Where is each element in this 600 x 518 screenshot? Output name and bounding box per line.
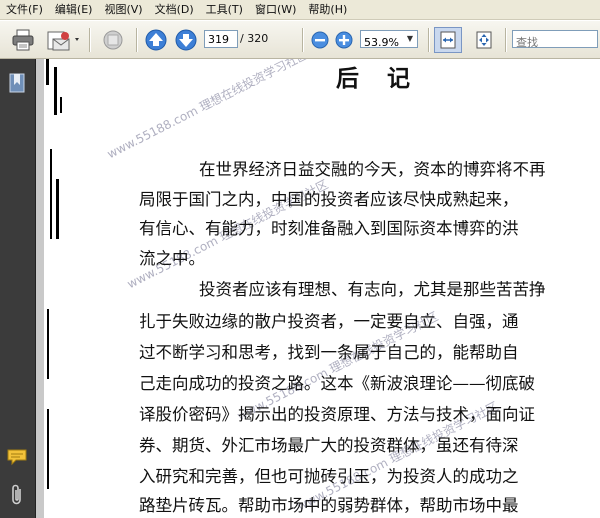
scan-edge-mark bbox=[56, 179, 59, 239]
text-line: 在世界经济日益交融的今天，资本的博弈将不再 bbox=[199, 160, 546, 179]
zoom-in-button[interactable] bbox=[334, 27, 354, 53]
zoom-out-icon bbox=[311, 31, 329, 49]
toolbar-separator bbox=[89, 28, 91, 52]
collaborate-button[interactable] bbox=[98, 27, 128, 53]
watermark-text: www.55188.com 理想在线投资学习社区 bbox=[104, 59, 311, 162]
fit-width-button[interactable] bbox=[434, 27, 462, 53]
page-gutter bbox=[36, 59, 44, 518]
full-screen-button[interactable] bbox=[470, 27, 498, 53]
email-button[interactable] bbox=[44, 27, 82, 53]
previous-page-button[interactable] bbox=[144, 27, 168, 53]
menu-window[interactable]: 窗口(W) bbox=[249, 0, 302, 20]
comments-button[interactable] bbox=[6, 445, 28, 469]
zoom-select[interactable]: ▼ bbox=[360, 30, 418, 51]
text-line: 扎于失败边缘的散户投资者，一定要自立、自强，通 bbox=[139, 312, 519, 331]
scan-edge-mark bbox=[47, 409, 49, 489]
zoom-in-icon bbox=[335, 31, 353, 49]
toolbar-separator bbox=[302, 28, 304, 52]
menu-edit[interactable]: 编辑(E) bbox=[49, 0, 99, 20]
collaborate-icon bbox=[103, 30, 123, 50]
chevron-down-icon[interactable]: ▼ bbox=[404, 32, 416, 46]
text-line: 有信心、有能力，时刻准备融入到国际资本博弈的洪 bbox=[139, 219, 519, 238]
toolbar-separator bbox=[428, 28, 430, 52]
fit-width-icon bbox=[440, 31, 456, 49]
menu-view[interactable]: 视图(V) bbox=[98, 0, 148, 20]
print-button[interactable] bbox=[8, 27, 38, 53]
text-line: 过不断学习和思考，找到一条属于自己的，能帮助自 bbox=[139, 343, 519, 362]
menu-bar: 文件(F) 编辑(E) 视图(V) 文档(D) 工具(T) 窗口(W) 帮助(H… bbox=[0, 0, 600, 20]
bookmark-icon bbox=[9, 73, 25, 93]
navigation-panel bbox=[0, 59, 36, 518]
bookmarks-button[interactable] bbox=[6, 71, 28, 95]
comment-icon bbox=[7, 449, 27, 466]
text-line: 入研究和完善，但也可抛砖引玉，为投资人的成功之 bbox=[139, 467, 519, 486]
menu-help[interactable]: 帮助(H) bbox=[302, 0, 353, 20]
printer-icon bbox=[12, 29, 34, 51]
text-line: 投资者应该有理想、有志向，尤其是那些苦苦挣 bbox=[199, 280, 546, 299]
text-line: 局限于国门之内，中国的投资者应该尽快成熟起来， bbox=[139, 190, 519, 209]
menu-tools[interactable]: 工具(T) bbox=[200, 0, 249, 20]
next-page-button[interactable] bbox=[174, 27, 198, 53]
toolbar: / 320 ▼ bbox=[0, 21, 600, 59]
page-number-input[interactable] bbox=[204, 30, 238, 48]
menu-document[interactable]: 文档(D) bbox=[149, 0, 200, 20]
scan-edge-mark bbox=[47, 309, 49, 379]
scan-edge-mark bbox=[46, 59, 49, 85]
zoom-out-button[interactable] bbox=[310, 27, 330, 53]
toolbar-separator bbox=[136, 28, 138, 52]
text-line: 券、期货、外汇市场最广大的投资群体，虽还有待深 bbox=[139, 436, 519, 455]
scan-edge-mark bbox=[50, 149, 52, 239]
arrow-down-icon bbox=[175, 29, 197, 51]
paperclip-icon bbox=[12, 484, 21, 505]
email-icon bbox=[47, 31, 79, 51]
search-input[interactable] bbox=[513, 34, 599, 51]
text-line: 流之中。 bbox=[139, 249, 205, 268]
text-line: 己走向成功的投资之路。这本《新波浪理论——彻底破 bbox=[139, 374, 535, 393]
scan-edge-mark bbox=[60, 97, 62, 113]
arrow-up-icon bbox=[145, 29, 167, 51]
document-page[interactable]: www.55188.com 理想在线投资学习社区 www.55188.com 理… bbox=[44, 59, 600, 518]
toolbar-separator bbox=[505, 28, 507, 52]
search-field[interactable] bbox=[512, 30, 599, 51]
page-heading: 后 记 bbox=[336, 65, 421, 92]
text-line: 译股价密码》揭示出的投资原理、方法与技术，面向证 bbox=[139, 405, 535, 424]
scan-edge-mark bbox=[54, 67, 57, 115]
text-line: 路垫片砖瓦。帮助市场中的弱势群体，帮助市场中最 bbox=[139, 496, 519, 515]
fit-page-icon bbox=[476, 31, 492, 49]
menu-file[interactable]: 文件(F) bbox=[0, 0, 49, 20]
attachments-button[interactable] bbox=[6, 483, 28, 507]
page-total-label: / 320 bbox=[240, 32, 269, 45]
